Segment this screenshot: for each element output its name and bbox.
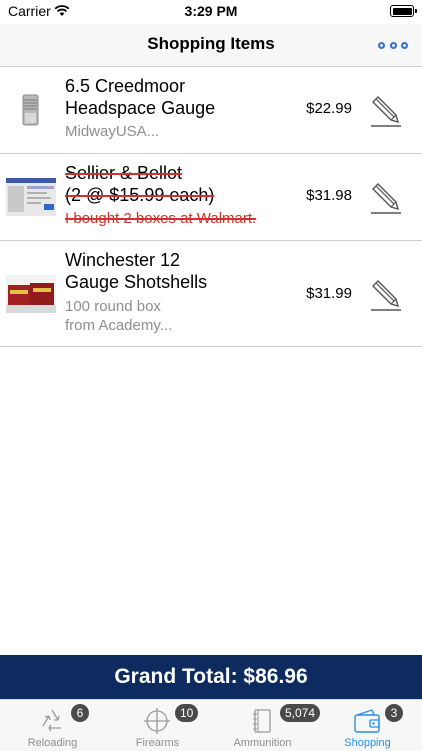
recycle-icon (37, 706, 67, 736)
ellipsis-icon[interactable] (378, 36, 408, 54)
tab-shopping[interactable]: 3 Shopping (315, 700, 420, 751)
grand-total-bar: Grand Total: $86.96 (0, 655, 422, 699)
item-price: $31.99 (306, 285, 352, 302)
navigation-bar: Shopping Items (0, 24, 422, 67)
notebook-icon (247, 706, 277, 736)
item-thumbnail (6, 178, 56, 216)
tab-bar: 6 Reloading 10 Firearms 5,074 Ammunition… (0, 699, 422, 751)
tab-firearms[interactable]: 10 Firearms (105, 700, 210, 751)
item-note: I bought 2 boxes at Walmart. (65, 210, 257, 227)
tab-label: Shopping (344, 737, 391, 749)
status-bar: Carrier 3:29 PM (0, 0, 422, 24)
shopping-list: 6.5 Creedmoor Headspace Gauge MidwayUSA.… (0, 67, 422, 347)
item-thumbnail (6, 91, 56, 129)
tab-label: Ammunition (233, 737, 292, 749)
clock: 3:29 PM (184, 3, 238, 19)
crosshair-icon (142, 706, 172, 736)
item-thumbnail (6, 275, 56, 313)
edit-pencil-icon[interactable] (368, 180, 404, 216)
page-title: Shopping Items (147, 34, 275, 53)
item-title: Winchester 12 Gauge Shotshells (65, 250, 208, 292)
list-item[interactable]: Sellier & Bellot (2 @ $15.99 each) I bou… (0, 154, 422, 241)
item-note: 100 round box from Academy... (65, 298, 173, 334)
tab-ammunition[interactable]: 5,074 Ammunition (210, 700, 321, 751)
item-price: $22.99 (306, 100, 352, 117)
tab-badge: 6 (71, 704, 89, 722)
list-item[interactable]: 6.5 Creedmoor Headspace Gauge MidwayUSA.… (0, 67, 422, 154)
tab-label: Firearms (135, 737, 180, 749)
tab-badge: 3 (385, 704, 403, 722)
tab-badge: 10 (175, 704, 199, 722)
tab-label: Reloading (27, 737, 78, 749)
item-title: Sellier & Bellot (2 @ $15.99 each) (65, 163, 215, 205)
wallet-icon (352, 706, 382, 736)
tab-reloading[interactable]: 6 Reloading (0, 700, 105, 751)
item-price: $31.98 (306, 187, 352, 204)
edit-pencil-icon[interactable] (368, 93, 404, 129)
list-item[interactable]: Winchester 12 Gauge Shotshells 100 round… (0, 241, 422, 347)
edit-pencil-icon[interactable] (368, 277, 404, 313)
battery-icon (390, 5, 417, 17)
item-title: 6.5 Creedmoor Headspace Gauge (65, 76, 216, 118)
item-note: MidwayUSA... (65, 123, 160, 140)
